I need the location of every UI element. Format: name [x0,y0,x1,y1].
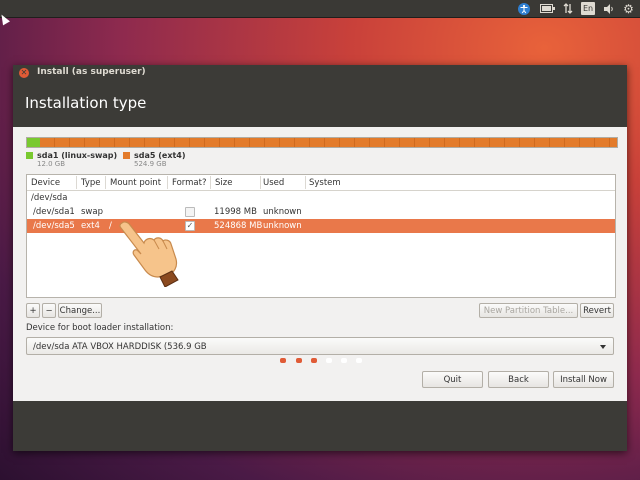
progress-dot [296,358,302,363]
installer-window: ✕ Install (as superuser) Installation ty… [13,65,627,451]
accessibility-icon[interactable] [517,2,530,15]
legend-item-sda1: sda1 (linux-swap) 12.0 GB [26,151,117,168]
cell-used: unknown [263,207,302,217]
add-partition-button[interactable]: + [26,303,40,318]
cell-type: ext4 [81,221,100,231]
bootloader-label: Device for boot loader installation: [26,323,174,333]
cell-mount-point: / [109,221,112,231]
column-header-type[interactable]: Type [81,178,101,188]
cell-device: /dev/sda1 [33,207,75,217]
cell-size: 524868 MB [214,221,263,231]
bootloader-device-select[interactable]: /dev/sda ATA VBOX HARDDISK (536.9 GB [26,337,614,355]
pointing-hand-icon [119,221,179,287]
table-row[interactable]: /dev/sda [27,191,615,205]
column-header-mount-point[interactable]: Mount point [110,178,161,188]
column-header-format[interactable]: Format? [172,178,206,188]
remove-partition-button[interactable]: − [42,303,56,318]
progress-dot [341,358,347,363]
quit-button[interactable]: Quit [422,371,483,388]
legend-size: 12.0 GB [37,160,66,168]
window-title: Install (as superuser) [37,67,146,77]
legend-size: 524.9 GB [134,160,167,168]
table-row-selected[interactable]: /dev/sda5 ext4 / ✓ 524868 MB unknown [27,219,615,233]
cell-used: unknown [263,221,302,231]
footer-band [13,401,627,451]
format-checkbox[interactable] [185,207,195,217]
progress-dot [326,358,332,363]
legend-name: sda1 (linux-swap) [37,151,118,160]
table-header: Device Type Mount point Format? Size Use… [27,175,615,191]
column-header-used[interactable]: Used [263,178,284,188]
window-titlebar: ✕ Install (as superuser) [13,65,627,81]
partition-bar [26,137,618,148]
column-header-device[interactable]: Device [31,178,60,188]
progress-dot [311,358,317,363]
volume-icon[interactable] [603,2,615,15]
chevron-down-icon [600,345,606,349]
table-row[interactable]: /dev/sda1 swap 11998 MB unknown [27,205,615,219]
gear-icon[interactable]: ⚙ [622,2,635,16]
change-partition-button[interactable]: Change... [58,303,102,318]
cell-size: 11998 MB [214,207,257,217]
revert-button[interactable]: Revert [580,303,614,318]
column-header-size[interactable]: Size [215,178,232,188]
cell-type: swap [81,207,103,217]
new-partition-table-button[interactable]: New Partition Table... [479,303,578,318]
progress-dot [356,358,362,363]
partition-bar-ext4-segment [40,138,617,147]
partition-bar-swap-segment [27,138,40,147]
back-button[interactable]: Back [488,371,549,388]
legend-swatch-swap [26,152,33,159]
column-header-system[interactable]: System [309,178,341,188]
keyboard-layout-indicator[interactable]: En [581,2,595,15]
legend-swatch-ext4 [123,152,130,159]
install-now-button[interactable]: Install Now [553,371,614,388]
page-title: Installation type [25,94,147,112]
cell-device: /dev/sda [31,193,68,203]
top-panel: En ⚙ [0,0,640,18]
progress-dot [280,358,286,363]
cell-device: /dev/sda5 [33,221,75,231]
legend-name: sda5 (ext4) [134,151,186,160]
network-icon[interactable] [562,2,574,15]
legend-item-sda5: sda5 (ext4) 524.9 GB [123,151,186,168]
close-button[interactable]: ✕ [19,68,29,78]
partition-table[interactable]: Device Type Mount point Format? Size Use… [26,174,616,298]
battery-icon[interactable] [539,2,555,15]
bootloader-selected-value: /dev/sda ATA VBOX HARDDISK (536.9 GB [33,342,207,352]
